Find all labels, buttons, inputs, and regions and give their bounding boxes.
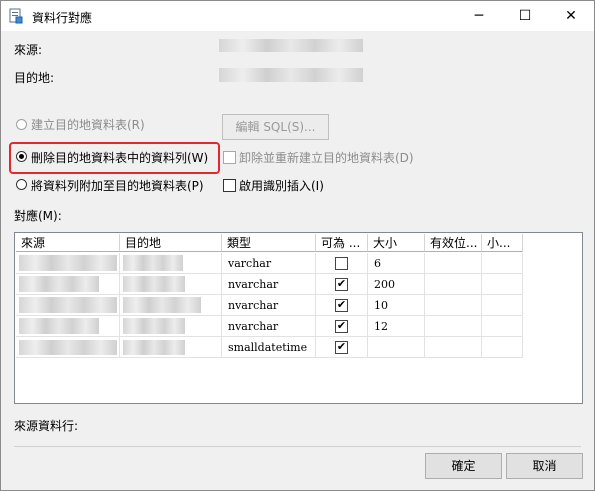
- nullable-cell[interactable]: [316, 253, 368, 274]
- nullable-cell[interactable]: ✔: [316, 337, 368, 358]
- edit-sql-button: 編輯 SQL(S)...: [222, 114, 329, 140]
- type-cell[interactable]: nvarchar: [222, 316, 316, 337]
- destination-cell[interactable]: [120, 337, 222, 358]
- checkmark-icon: ✔: [336, 319, 347, 332]
- column-header-source[interactable]: 來源: [16, 234, 120, 252]
- nullable-cell[interactable]: ✔: [316, 274, 368, 295]
- size-cell[interactable]: 6: [368, 253, 425, 274]
- maximize-button[interactable]: ☐: [502, 1, 548, 31]
- source-cell[interactable]: [16, 337, 120, 358]
- checkmark-icon: ✔: [336, 340, 347, 353]
- empty-cell[interactable]: [425, 274, 482, 295]
- identity-insert-label[interactable]: 啟用識別插入(I): [239, 177, 324, 194]
- size-cell[interactable]: 12: [368, 316, 425, 337]
- column-header-scale[interactable]: 小...: [482, 234, 523, 252]
- destination-label: 目的地:: [14, 71, 55, 85]
- close-button[interactable]: ✕: [548, 1, 594, 31]
- checkmark-icon: ✔: [336, 298, 347, 311]
- create-table-label: 建立目的地資料表(R): [31, 118, 145, 132]
- column-header-type[interactable]: 類型: [222, 234, 316, 252]
- empty-cell[interactable]: [482, 295, 523, 316]
- nullable-checkbox[interactable]: ✔: [335, 319, 348, 333]
- delete-rows-label[interactable]: 刪除目的地資料表中的資料列(W): [31, 149, 208, 166]
- column-header-destination[interactable]: 目的地: [120, 234, 222, 252]
- size-cell[interactable]: 200: [368, 274, 425, 295]
- radio-selected-dot: [19, 154, 24, 159]
- source-label: 來源:: [14, 43, 43, 57]
- separator: [14, 446, 581, 447]
- source-cell[interactable]: [16, 316, 120, 337]
- ok-button[interactable]: 確定: [425, 453, 502, 479]
- nullable-checkbox[interactable]: [335, 257, 348, 270]
- destination-cell[interactable]: [120, 274, 222, 295]
- size-cell[interactable]: [368, 337, 425, 358]
- dialog-icon: [9, 8, 23, 24]
- mappings-label: 對應(M):: [14, 209, 62, 223]
- delete-rows-radio[interactable]: [16, 151, 27, 162]
- empty-cell[interactable]: [425, 316, 482, 337]
- column-header-size[interactable]: 大小: [368, 234, 425, 252]
- window-title: 資料行對應: [32, 11, 93, 25]
- column-header-nullable[interactable]: 可為 ...: [316, 234, 368, 252]
- type-cell[interactable]: nvarchar: [222, 274, 316, 295]
- source-cell[interactable]: [16, 253, 120, 274]
- type-cell[interactable]: nvarchar: [222, 295, 316, 316]
- checkmark-icon: ✔: [336, 277, 347, 290]
- append-rows-label[interactable]: 將資料列附加至目的地資料表(P): [31, 177, 204, 194]
- empty-cell[interactable]: [425, 337, 482, 358]
- column-mappings-dialog: 資料行對應 ─ ☐ ✕ 來源: 目的地: 建立目的地資料表(R) 編輯 SQL(…: [0, 0, 595, 491]
- nullable-cell[interactable]: ✔: [316, 295, 368, 316]
- create-table-radio: [16, 119, 27, 130]
- destination-cell[interactable]: [120, 316, 222, 337]
- nullable-checkbox[interactable]: ✔: [335, 340, 348, 354]
- empty-cell[interactable]: [425, 253, 482, 274]
- empty-cell[interactable]: [482, 316, 523, 337]
- empty-cell[interactable]: [482, 253, 523, 274]
- source-cell[interactable]: [16, 295, 120, 316]
- drop-recreate-checkbox: [223, 151, 236, 164]
- empty-cell[interactable]: [425, 295, 482, 316]
- cancel-button[interactable]: 取消: [506, 453, 583, 479]
- minimize-button[interactable]: ─: [456, 1, 502, 31]
- title-bar: 資料行對應 ─ ☐ ✕: [1, 1, 594, 31]
- empty-cell[interactable]: [482, 337, 523, 358]
- size-cell[interactable]: 10: [368, 295, 425, 316]
- source-column-label: 來源資料行:: [14, 419, 79, 433]
- destination-value-redacted: [219, 68, 363, 82]
- nullable-checkbox[interactable]: ✔: [335, 277, 348, 291]
- destination-cell[interactable]: [120, 253, 222, 274]
- mappings-grid[interactable]: 來源 目的地 類型 可為 ... 大小 有效位... 小... varchar 6…: [14, 232, 583, 404]
- nullable-cell[interactable]: ✔: [316, 316, 368, 337]
- nullable-checkbox[interactable]: ✔: [335, 298, 348, 312]
- type-cell[interactable]: smalldatetime: [222, 337, 316, 358]
- drop-recreate-label: 卸除並重新建立目的地資料表(D): [239, 151, 414, 165]
- source-value-redacted: [219, 39, 363, 52]
- source-cell[interactable]: [16, 274, 120, 295]
- type-cell[interactable]: varchar: [222, 253, 316, 274]
- destination-cell[interactable]: [120, 295, 222, 316]
- identity-insert-checkbox[interactable]: [223, 179, 236, 192]
- append-rows-radio[interactable]: [16, 179, 27, 190]
- column-header-precision[interactable]: 有效位...: [425, 234, 482, 252]
- empty-cell[interactable]: [482, 274, 523, 295]
